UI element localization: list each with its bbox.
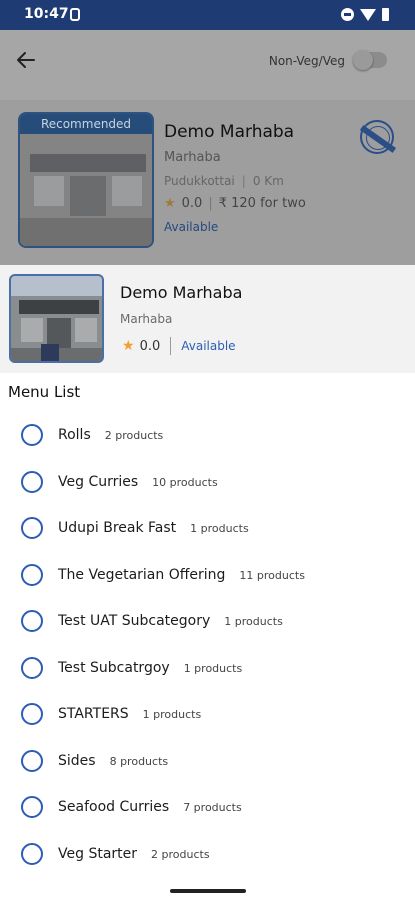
toggle-knob xyxy=(353,50,373,70)
restaurant-location: Pudukkottai xyxy=(164,174,235,188)
sheet-restaurant-header: Demo Marhaba Marhaba ★ 0.0 Available xyxy=(0,265,415,373)
radio-button[interactable] xyxy=(21,517,43,539)
status-bar: 10:47 xyxy=(0,0,415,30)
home-gesture-handle[interactable] xyxy=(170,889,246,893)
menu-item-name: Veg Curries xyxy=(58,473,139,490)
menu-item-count: 8 products xyxy=(109,754,169,768)
menu-item-name: Test Subcatrgoy xyxy=(58,659,170,676)
restaurant-card[interactable]: Recommended Demo Marhaba Marhaba Pudukko… xyxy=(0,100,415,265)
restaurant-thumbnail xyxy=(9,274,104,363)
restaurant-subtitle: Marhaba xyxy=(164,150,221,165)
radio-button[interactable] xyxy=(21,703,43,725)
sheet-rating: 0.0 xyxy=(139,338,161,354)
menu-item[interactable]: Veg Curries 10 products xyxy=(0,460,415,504)
sim-icon xyxy=(70,8,80,21)
gesture-nav-bar xyxy=(0,885,415,900)
app-bar: Non-Veg/Veg xyxy=(0,30,415,90)
menu-item-count: 2 products xyxy=(151,847,210,861)
sheet-subtitle: Marhaba xyxy=(120,312,173,326)
wifi-icon xyxy=(360,8,376,21)
radio-button[interactable] xyxy=(21,842,43,865)
menu-item-name: Seafood Curries xyxy=(58,799,170,815)
menu-item-count: 1 products xyxy=(190,522,249,535)
restaurant-title: Demo Marhaba xyxy=(164,122,295,142)
restaurant-photo: Recommended xyxy=(18,112,154,248)
restaurant-rating-row: ★ 0.0 | ₹ 120 for two xyxy=(164,196,306,211)
restaurant-distance: 0 Km xyxy=(252,174,284,188)
radio-button[interactable] xyxy=(21,563,43,586)
menu-item[interactable]: Rolls 2 products xyxy=(0,413,415,457)
veg-filter-toggle[interactable] xyxy=(353,50,387,70)
menu-item[interactable]: Test UAT Subcategory 1 products xyxy=(0,599,415,643)
menu-item[interactable]: STARTERS 1 products xyxy=(0,692,415,736)
status-time: 10:47 xyxy=(24,6,69,22)
menu-item[interactable]: The Vegetarian Offering 11 products xyxy=(0,553,415,597)
sheet-title: Demo Marhaba xyxy=(120,283,243,302)
radio-button[interactable] xyxy=(21,610,43,632)
sheet-rating-row: ★ 0.0 Available xyxy=(122,337,236,355)
menu-list-heading: Menu List xyxy=(8,383,81,401)
menu-item[interactable]: Veg Starter 2 products xyxy=(0,832,415,876)
menu-item-name: Rolls xyxy=(58,427,91,443)
menu-bottom-sheet: Demo Marhaba Marhaba ★ 0.0 Available Men… xyxy=(0,265,415,885)
sheet-availability: Available xyxy=(181,339,236,353)
radio-button[interactable] xyxy=(21,424,43,446)
menu-item-count: 1 products xyxy=(142,708,202,721)
storefront-image xyxy=(20,134,152,246)
menu-item-count: 1 products xyxy=(224,615,283,628)
battery-icon xyxy=(382,8,389,21)
menu-item-name: Udupi Break Fast xyxy=(58,520,177,536)
menu-item-count: 11 products xyxy=(239,568,305,582)
back-arrow-icon[interactable] xyxy=(14,48,38,72)
menu-item-count: 10 products xyxy=(152,475,218,489)
menu-item-name: The Vegetarian Offering xyxy=(58,566,226,583)
radio-button[interactable] xyxy=(21,656,43,679)
veg-badge-icon xyxy=(360,120,394,154)
divider xyxy=(170,337,172,355)
star-icon: ★ xyxy=(164,196,176,211)
menu-item-count: 1 products xyxy=(183,661,243,675)
veg-filter-label: Non-Veg/Veg xyxy=(268,54,345,68)
restaurant-location-row: Pudukkottai | 0 Km xyxy=(164,174,284,188)
storefront-thumbnail-image xyxy=(11,276,102,361)
restaurant-rating: 0.0 xyxy=(181,196,203,211)
menu-item[interactable]: Sides 8 products xyxy=(0,739,415,783)
menu-item[interactable]: Udupi Break Fast 1 products xyxy=(0,506,415,550)
recommended-ribbon: Recommended xyxy=(20,114,152,134)
menu-item-count: 2 products xyxy=(104,429,164,442)
menu-item[interactable]: Seafood Curries 7 products xyxy=(0,785,415,829)
restaurant-availability: Available xyxy=(164,220,219,234)
radio-button[interactable] xyxy=(21,749,43,772)
menu-item-count: 7 products xyxy=(183,801,242,814)
menu-item-name: STARTERS xyxy=(58,706,129,722)
menu-item-name: Test UAT Subcategory xyxy=(58,613,211,629)
menu-item-name: Veg Starter xyxy=(58,845,138,862)
star-icon: ★ xyxy=(122,338,135,354)
do-not-disturb-icon xyxy=(341,8,354,21)
status-icons xyxy=(341,8,389,21)
menu-item-name: Sides xyxy=(58,752,96,769)
radio-button[interactable] xyxy=(21,796,43,818)
radio-button[interactable] xyxy=(21,470,43,493)
restaurant-price: ₹ 120 for two xyxy=(218,196,306,211)
dimmed-background[interactable]: Non-Veg/Veg Recommended Demo Marhaba Mar… xyxy=(0,30,415,265)
menu-item[interactable]: Test Subcatrgoy 1 products xyxy=(0,646,415,690)
